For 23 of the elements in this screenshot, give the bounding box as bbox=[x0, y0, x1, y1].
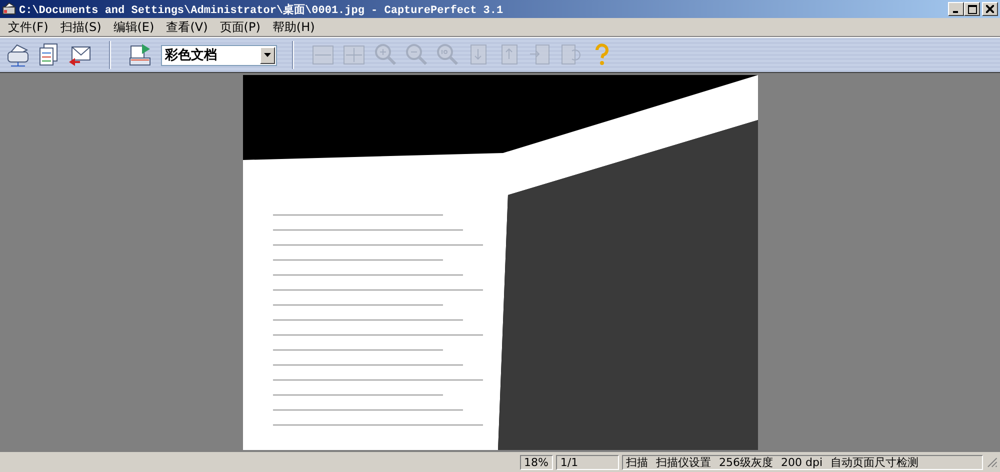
app-icon bbox=[2, 2, 16, 16]
menu-item[interactable]: 页面(P) bbox=[214, 18, 266, 36]
status-text: 256级灰度 bbox=[719, 454, 774, 470]
resize-grip-icon bbox=[986, 456, 998, 468]
menu-item[interactable]: 文件(F) bbox=[2, 18, 54, 36]
menu-item[interactable]: 编辑(E) bbox=[107, 18, 160, 36]
status-text: 扫描 bbox=[626, 454, 648, 470]
maximize-icon bbox=[968, 4, 976, 14]
status-text: 200 dpi bbox=[781, 456, 823, 468]
window-title: C:\Documents and Settings\Administrator\桌面\0001.jpg - CapturePerfect 3.1 bbox=[19, 2, 504, 16]
status-text: 扫描仪设置 bbox=[656, 454, 712, 470]
status-text: 自动页面尺寸检测 bbox=[830, 454, 919, 470]
close-button[interactable] bbox=[982, 2, 998, 16]
caret-icon[interactable] bbox=[260, 46, 275, 64]
mode-dropdown[interactable]: 彩色文档 bbox=[161, 44, 277, 66]
page-counter: 1/1 bbox=[556, 454, 620, 470]
menu-item[interactable]: 帮助(H) bbox=[266, 18, 321, 36]
zoom-level: 18% bbox=[520, 454, 554, 470]
close-icon bbox=[986, 5, 994, 13]
menu-item[interactable]: 查看(V) bbox=[160, 18, 214, 36]
maximize-button[interactable] bbox=[964, 2, 980, 16]
minimize-button[interactable] bbox=[948, 2, 964, 16]
menu-item[interactable]: 扫描(S) bbox=[54, 18, 108, 36]
